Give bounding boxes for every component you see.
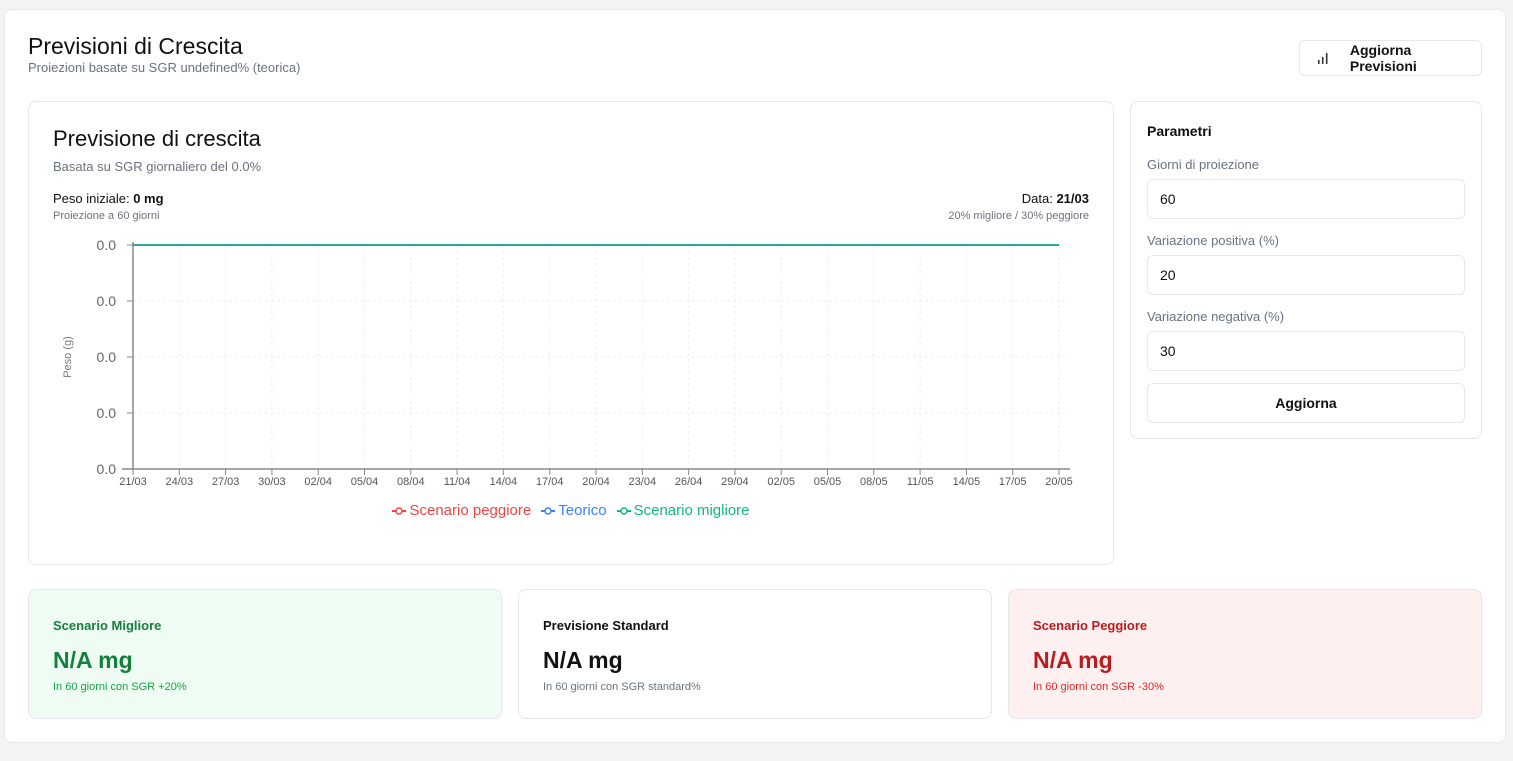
y-tick-label: 0.0: [97, 405, 117, 421]
parameters-card: Parametri Giorni di proiezione 60 Variaz…: [1130, 101, 1482, 439]
best-scenario-card: Scenario Migliore N/A mg In 60 giorni co…: [28, 589, 502, 719]
x-tick-label: 17/04: [536, 476, 564, 488]
x-tick-label: 11/04: [444, 476, 471, 488]
best-scenario-title: Scenario Migliore: [53, 618, 162, 633]
x-tick-label: 05/05: [814, 476, 842, 488]
standard-forecast-title: Previsione Standard: [543, 618, 669, 633]
x-tick-label: 02/05: [767, 476, 795, 488]
worst-scenario-value: N/A mg: [1033, 647, 1113, 673]
y-tick-label: 0.0: [97, 237, 117, 253]
y-tick-label: 0.0: [97, 293, 117, 309]
x-tick-label: 20/04: [582, 476, 610, 488]
x-tick-label: 24/03: [166, 476, 194, 488]
standard-forecast-value: N/A mg: [543, 647, 623, 673]
positive-variation-label: Variazione positiva (%): [1147, 233, 1279, 248]
x-tick-label: 29/04: [721, 476, 749, 488]
legend-label: Scenario migliore: [633, 502, 750, 519]
x-tick-label: 17/05: [999, 476, 1027, 488]
parameters-title: Parametri: [1147, 123, 1212, 139]
legend-item[interactable]: Teorico: [541, 502, 607, 519]
update-button[interactable]: Aggiorna: [1147, 383, 1465, 423]
standard-forecast-note: In 60 giorni con SGR standard%: [543, 681, 701, 693]
x-tick-label: 14/05: [953, 476, 981, 488]
legend-label: Teorico: [558, 502, 607, 519]
legend-label: Scenario peggiore: [409, 502, 532, 519]
worst-scenario-note: In 60 giorni con SGR -30%: [1033, 681, 1164, 693]
x-tick-label: 30/03: [258, 476, 286, 488]
worst-scenario-card: Scenario Peggiore N/A mg In 60 giorni co…: [1008, 589, 1482, 719]
y-tick-label: 0.0: [97, 461, 117, 477]
days-label: Giorni di proiezione: [1147, 157, 1260, 172]
best-scenario-note: In 60 giorni con SGR +20%: [53, 681, 187, 693]
x-tick-label: 11/05: [907, 476, 934, 488]
legend-marker-icon: [392, 506, 407, 515]
y-axis-label: Peso (g): [62, 336, 74, 378]
legend-item[interactable]: Scenario peggiore: [392, 502, 531, 519]
worst-scenario-title: Scenario Peggiore: [1033, 618, 1148, 633]
x-tick-label: 08/05: [860, 476, 888, 488]
legend-item[interactable]: Scenario migliore: [616, 502, 750, 519]
x-tick-label: 21/03: [119, 476, 147, 488]
best-scenario-value: N/A mg: [53, 647, 133, 673]
standard-forecast-card: Previsione Standard N/A mg In 60 giorni …: [518, 589, 992, 719]
negative-variation-label: Variazione negativa (%): [1147, 309, 1285, 324]
y-tick-label: 0.0: [97, 349, 117, 365]
x-tick-label: 26/04: [675, 476, 703, 488]
x-tick-label: 02/04: [304, 476, 332, 488]
x-tick-label: 14/04: [490, 476, 518, 488]
x-tick-label: 23/04: [629, 476, 657, 488]
legend-marker-icon: [541, 506, 556, 515]
positive-variation-input[interactable]: 20: [1147, 255, 1465, 295]
x-tick-label: 20/05: [1045, 476, 1073, 488]
negative-variation-input[interactable]: 30: [1147, 331, 1465, 371]
legend-marker-icon: [616, 506, 631, 515]
x-tick-label: 08/04: [397, 476, 425, 488]
chart-legend: Scenario peggiore Teorico Scenario miglior…: [0, 502, 1142, 519]
x-tick-label: 05/04: [351, 476, 379, 488]
days-input[interactable]: 60: [1147, 179, 1465, 219]
x-tick-label: 27/03: [212, 476, 240, 488]
